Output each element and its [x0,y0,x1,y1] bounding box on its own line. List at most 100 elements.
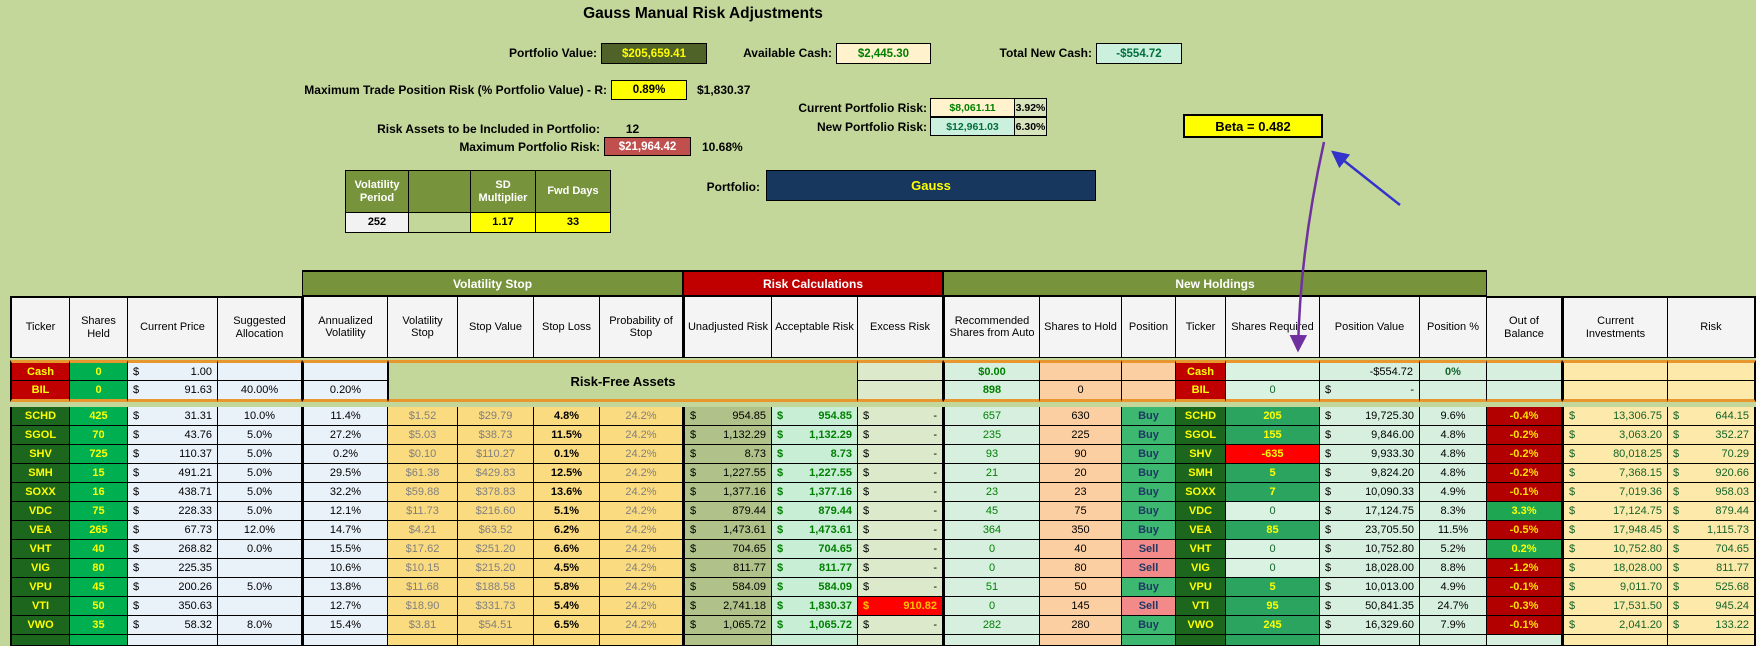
cell-pr-VIG[interactable]: $225.35 [128,559,218,578]
cell-req-SGOL[interactable]: 155 [1226,426,1320,445]
cell-vs-SHV[interactable]: $0.10 [388,445,458,464]
cell-av-VTI[interactable]: 12.7% [302,597,388,616]
cell-rk-VHT[interactable]: $704.65 [1668,540,1756,559]
cell-sh-BIL[interactable]: 0 [70,381,128,402]
cell-sl-VEA[interactable]: 6.2% [534,521,600,540]
cell-t2-VDC[interactable]: VDC [1176,502,1226,521]
cell-ci-VTI[interactable]: $17,531.50 [1562,597,1668,616]
cell-ar-SHV[interactable]: $8.73 [772,445,858,464]
cell-ur-SHV[interactable]: $8.73 [683,445,772,464]
cell-pr-SCHD[interactable]: $31.31 [128,407,218,426]
cell-vs-SOXX[interactable]: $59.88 [388,483,458,502]
cell-ob-VWO[interactable]: -0.1% [1487,616,1562,635]
cell-sh-VDC[interactable]: 75 [70,502,128,521]
cell-t-VDC[interactable]: VDC [10,502,70,521]
cell-al-VEA[interactable]: 12.0% [218,521,302,540]
cell-ob-SCHD[interactable]: -0.4% [1487,407,1562,426]
cell-ur-SOXX[interactable]: $1,377.16 [683,483,772,502]
cell-ar-SGOL[interactable]: $1,132.29 [772,426,858,445]
cell-rk-VIG[interactable]: $811.77 [1668,559,1756,578]
cell-ob-VEA[interactable]: -0.5% [1487,521,1562,540]
cell-hold-BIL[interactable]: 0 [1040,381,1122,402]
cell-pv-Cash[interactable]: -$554.72 [1320,360,1420,381]
cell-sh-SGOL[interactable]: 70 [70,426,128,445]
cell-ob-BIL[interactable] [1487,381,1562,402]
cell-ur-VHT[interactable]: $704.65 [683,540,772,559]
cell-t-VTI[interactable]: VTI [10,597,70,616]
cell-sh-VEA[interactable]: 265 [70,521,128,540]
cell-ci-VPU[interactable]: $9,011.70 [1562,578,1668,597]
current-portfolio-risk-pct[interactable]: 3.92% [1014,98,1047,117]
cell-t2-BIL[interactable]: BIL [1176,381,1226,402]
cell-rk-SMH[interactable]: $920.66 [1668,464,1756,483]
cell-sh-SHV[interactable]: 725 [70,445,128,464]
cell-hold-VPU[interactable]: 50 [1040,578,1122,597]
cell-pr-VDC[interactable]: $228.33 [128,502,218,521]
cell-pv-BIL[interactable]: $ - [1320,381,1420,402]
cell-pos-VEA[interactable]: Buy [1122,521,1176,540]
cell-pos-VPU[interactable]: Buy [1122,578,1176,597]
cell-vs-VIG[interactable]: $10.15 [388,559,458,578]
cell-ar-VEA[interactable]: $1,473.61 [772,521,858,540]
cell-pr-VPU[interactable]: $200.26 [128,578,218,597]
cell-ar-VPU[interactable]: $584.09 [772,578,858,597]
cell-pb-VEA[interactable]: 24.2% [600,521,683,540]
cell-t2-VWO[interactable]: VWO [1176,616,1226,635]
cell-t2-VPU[interactable]: VPU [1176,578,1226,597]
cell-t-SHV[interactable]: SHV [10,445,70,464]
cell-rec-VWO[interactable]: 282 [943,616,1040,635]
cell-sh-SMH[interactable]: 15 [70,464,128,483]
cell-ci-SOXX[interactable]: $7,019.36 [1562,483,1668,502]
cell-t-SCHD[interactable]: SCHD [10,407,70,426]
cell-pos-SHV[interactable]: Buy [1122,445,1176,464]
cell-t2-VIG[interactable]: VIG [1176,559,1226,578]
cell-req-VHT[interactable]: 0 [1226,540,1320,559]
cell-al-Cash[interactable] [218,360,302,381]
cell-pos-SGOL[interactable]: Buy [1122,426,1176,445]
cell-vs-VHT[interactable]: $17.62 [388,540,458,559]
cell-pb-VTI[interactable]: 24.2% [600,597,683,616]
cell-pp-VDC[interactable]: 8.3% [1420,502,1487,521]
cell-ci-VEA[interactable]: $17,948.45 [1562,521,1668,540]
cell-sv-VEA[interactable]: $63.52 [458,521,534,540]
cell-er-VEA[interactable]: $ - [858,521,943,540]
cell-req-VTI[interactable]: 95 [1226,597,1320,616]
cell-t-SMH[interactable]: SMH [10,464,70,483]
cell-ci-VDC[interactable]: $17,124.75 [1562,502,1668,521]
cell-pos-SMH[interactable]: Buy [1122,464,1176,483]
max-trade-risk-cell[interactable]: 0.89% [611,80,687,100]
cell-sv-SGOL[interactable]: $38.73 [458,426,534,445]
cell-ob-SOXX[interactable]: -0.1% [1487,483,1562,502]
cell-ci-VIG[interactable]: $18,028.00 [1562,559,1668,578]
cell-pv-SHV[interactable]: $9,933.30 [1320,445,1420,464]
cell-ci-BIL[interactable] [1562,381,1668,402]
cell-pv-VTI[interactable]: $50,841.35 [1320,597,1420,616]
cell-rk-VPU[interactable]: $525.68 [1668,578,1756,597]
cell-pb-VHT[interactable]: 24.2% [600,540,683,559]
cell-ar-SMH[interactable]: $1,227.55 [772,464,858,483]
param-volatility-period-cell[interactable]: 252 [346,213,409,233]
cell-req-SCHD[interactable]: 205 [1226,407,1320,426]
cell-hold-VTI[interactable]: 145 [1040,597,1122,616]
cell-av-VPU[interactable]: 13.8% [302,578,388,597]
cell-sl-SMH[interactable]: 12.5% [534,464,600,483]
cell-ci-Cash[interactable] [1562,360,1668,381]
cell-pr-VTI[interactable]: $350.63 [128,597,218,616]
cell-hold-VWO[interactable]: 280 [1040,616,1122,635]
cell-sl-SHV[interactable]: 0.1% [534,445,600,464]
cell-av-VEA[interactable]: 14.7% [302,521,388,540]
cell-er-Cash[interactable] [858,360,943,381]
max-portfolio-risk-cell[interactable]: $21,964.42 [604,137,691,156]
cell-rk-SGOL[interactable]: $352.27 [1668,426,1756,445]
beta-cell[interactable]: Beta = 0.482 [1183,114,1323,138]
cell-pr-SMH[interactable]: $491.21 [128,464,218,483]
cell-t2-SOXX[interactable]: SOXX [1176,483,1226,502]
cell-t-VIG[interactable]: VIG [10,559,70,578]
cell-vs-VTI[interactable]: $18.90 [388,597,458,616]
cell-rk-VDC[interactable]: $879.44 [1668,502,1756,521]
cell-sl-SOXX[interactable]: 13.6% [534,483,600,502]
cell-pb-SGOL[interactable]: 24.2% [600,426,683,445]
cell-hold-SCHD[interactable]: 630 [1040,407,1122,426]
cell-al-VWO[interactable]: 8.0% [218,616,302,635]
cell-ur-VDC[interactable]: $879.44 [683,502,772,521]
